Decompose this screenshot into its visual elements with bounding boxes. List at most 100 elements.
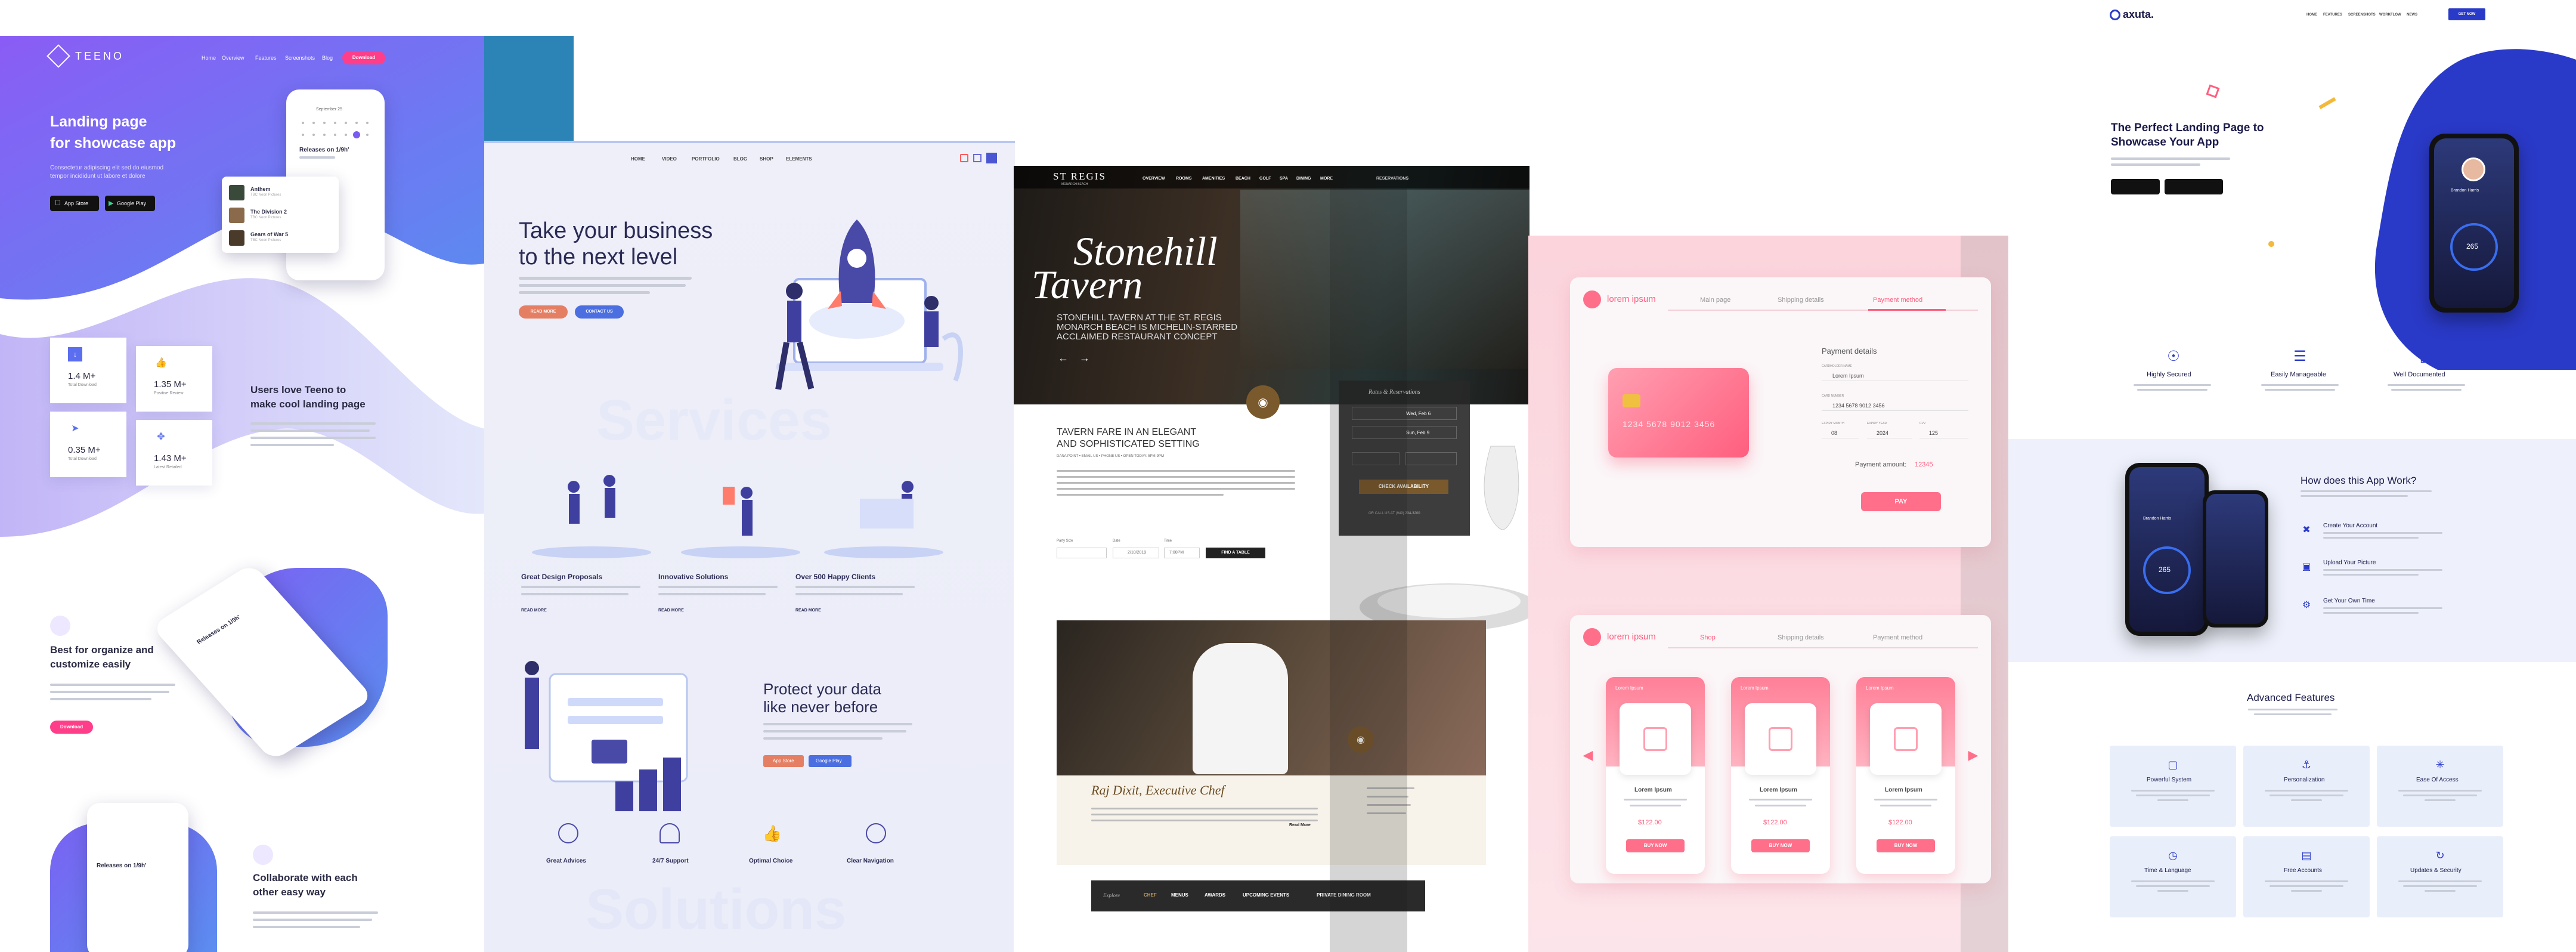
service-read-more[interactable]: READ MORE [521, 608, 547, 613]
text-line [1091, 814, 1318, 815]
pay-button[interactable]: PAY [1861, 492, 1941, 511]
text-line [2398, 790, 2482, 792]
get-now-button[interactable]: GET NOW [2448, 8, 2485, 20]
teeno-logo[interactable]: TEENO [75, 50, 124, 63]
carousel-prev-icon[interactable]: ◀ [1582, 746, 1594, 764]
organize-download-button[interactable]: Download [50, 721, 93, 734]
read-more-button[interactable]: READ MORE [519, 305, 568, 319]
card-input[interactable]: 1234 5678 9012 3456 [1822, 400, 1968, 411]
feature-title: Highly Secured [2147, 371, 2191, 378]
product-title: Lorem Ipsum [1741, 685, 1769, 691]
brand-logo-icon[interactable] [1583, 628, 1601, 646]
nav-amenities[interactable]: AMENITIES [1202, 177, 1225, 181]
name-input[interactable]: Lorem Ipsum [1822, 370, 1968, 381]
app-store-badge[interactable] [2111, 179, 2160, 194]
search-icon[interactable] [973, 154, 982, 162]
nav-features[interactable]: Features [255, 55, 277, 61]
image-icon [1769, 727, 1792, 751]
footer-explore[interactable]: Explore [1103, 892, 1120, 898]
top-gap [0, 0, 489, 36]
amount-value: 12345 [1915, 461, 1933, 468]
service-read-more[interactable]: READ MORE [795, 608, 821, 613]
nav-dining[interactable]: DINING [1296, 177, 1311, 181]
party-size-select[interactable] [1057, 548, 1107, 558]
service-title: Innovative Solutions [658, 573, 729, 581]
nav-home[interactable]: Home [202, 55, 216, 61]
nav-shop[interactable]: SHOP [760, 156, 773, 162]
phone-value: 265 [2466, 242, 2479, 251]
prev-arrow-icon[interactable]: ← [1058, 352, 1069, 364]
find-table-button[interactable]: FIND A TABLE [1206, 548, 1265, 558]
tab-main-page[interactable]: Main page [1700, 296, 1730, 304]
footer-menus[interactable]: MENUS [1171, 892, 1188, 898]
footer-awards[interactable]: AWARDS [1205, 892, 1225, 898]
nav-spa[interactable]: SPA [1280, 177, 1288, 181]
nav-home[interactable]: HOME [631, 156, 645, 162]
stregis-logo[interactable]: ST REGIS [1053, 171, 1106, 183]
phone-date: September 25 [316, 107, 342, 112]
app-store-badge[interactable]:  App Store [50, 196, 99, 211]
nav-video[interactable]: VIDEO [662, 156, 677, 162]
nav-workflow[interactable]: WORKFLOW [2379, 13, 2401, 17]
nav-portfolio[interactable]: PORTFOLIO [692, 156, 720, 162]
buy-now-button[interactable]: BUY NOW [1626, 839, 1685, 852]
time-select[interactable]: 7:00PM [1164, 548, 1200, 558]
cvv-input[interactable]: 125 [1919, 428, 1968, 438]
google-play-badge[interactable]: Google Play [809, 755, 852, 767]
cart-icon[interactable] [960, 154, 968, 162]
nav-blog[interactable]: BLOG [733, 156, 747, 162]
exp-month-input[interactable]: 08 [1822, 428, 1859, 438]
brand-logo[interactable]: lorem ipsum [1607, 294, 1656, 304]
camera-icon[interactable]: ◉ [1246, 385, 1280, 419]
nav-rooms[interactable]: ROOMS [1176, 177, 1191, 181]
feature-card: ⚓ Personalization [2243, 746, 2370, 827]
nav-home[interactable]: HOME [2306, 13, 2317, 17]
download-nav-button[interactable]: Download [342, 51, 385, 64]
service-title: Over 500 Happy Clients [795, 573, 876, 581]
buy-now-button[interactable]: BUY NOW [1751, 839, 1810, 852]
nav-features[interactable]: FEATURES [2323, 13, 2342, 17]
tab-payment[interactable]: Payment method [1873, 296, 1922, 304]
app-store-badge[interactable]: App Store [763, 755, 804, 767]
layers-icon: ☰ [2293, 348, 2306, 364]
axuta-logo[interactable]: axuta. [2123, 8, 2154, 21]
nav-screenshots[interactable]: Screenshots [285, 55, 315, 61]
carousel-next-icon[interactable]: ▶ [1967, 746, 1979, 764]
brand-logo[interactable]: lorem ipsum [1607, 632, 1656, 642]
date-field[interactable]: 2/10/2019 [1113, 548, 1159, 558]
google-play-badge[interactable] [2165, 179, 2223, 194]
nav-golf[interactable]: GOLF [1259, 177, 1271, 181]
service-read-more[interactable]: READ MORE [658, 608, 684, 613]
text-line [250, 422, 376, 425]
stat-label: Positive Review [154, 391, 184, 395]
nav-elements[interactable]: ELEMENTS [786, 156, 812, 162]
brand-logo-icon[interactable] [1583, 290, 1601, 308]
hero-title-1: Take your business [519, 218, 713, 243]
tab-shop[interactable]: Shop [1700, 634, 1716, 641]
text-line [2425, 799, 2456, 801]
menu-icon[interactable] [986, 153, 997, 163]
footer-events[interactable]: UPCOMING EVENTS [1243, 892, 1289, 898]
text-line [2323, 569, 2442, 571]
contact-us-button[interactable]: CONTACT US [575, 305, 624, 319]
nav-overview[interactable]: Overview [222, 55, 244, 61]
text-line [2131, 790, 2215, 792]
nav-screenshots[interactable]: SCREENSHOTS [2348, 13, 2376, 17]
tab-shipping[interactable]: Shipping details [1778, 296, 1824, 304]
buy-now-button[interactable]: BUY NOW [1877, 839, 1935, 852]
nav-overview[interactable]: OVERVIEW [1143, 177, 1165, 181]
thumbs-up-icon: 👍 [762, 824, 782, 842]
footer-chef[interactable]: CHEF [1144, 892, 1157, 898]
nav-beach[interactable]: BEACH [1236, 177, 1250, 181]
chef-read-more[interactable]: Read More [1289, 823, 1311, 827]
next-arrow-icon[interactable]: → [1079, 352, 1090, 364]
monitor-icon: ▢ [2168, 758, 2178, 771]
tab-shipping[interactable]: Shipping details [1778, 634, 1824, 641]
nav-news[interactable]: NEWS [2407, 13, 2417, 17]
exp-year-input[interactable]: 2024 [1867, 428, 1912, 438]
nav-blog[interactable]: Blog [322, 55, 333, 61]
tab-payment[interactable]: Payment method [1873, 634, 1922, 641]
text-line [658, 586, 778, 588]
axuta-logo-icon[interactable] [2110, 10, 2120, 20]
google-play-badge[interactable]: ▶ Google Play [105, 196, 155, 211]
